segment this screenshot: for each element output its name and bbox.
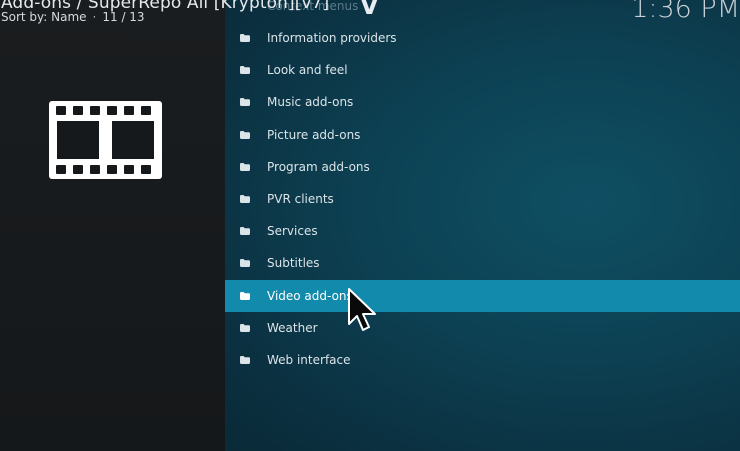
menu-item-label: Program add-ons	[267, 159, 370, 174]
menu-item-label: Music add-ons	[267, 95, 354, 110]
app-logo: V	[360, 0, 379, 20]
menu-item-label: Look and feel	[267, 63, 348, 78]
menu-item-label: Subtitles	[267, 256, 320, 271]
menu-item-subtitles[interactable]: Subtitles	[225, 247, 740, 279]
folder-icon	[240, 323, 250, 332]
folder-icon	[240, 162, 250, 171]
menu-item-label: Web interface	[267, 352, 351, 367]
folder-icon	[240, 130, 250, 139]
menu-item-label: Services	[267, 224, 318, 239]
menu-item-look-and-feel[interactable]: Look and feel	[225, 54, 740, 86]
left-panel	[0, 0, 225, 451]
menu-item-label: Picture add-ons	[267, 127, 361, 142]
folder-icon	[240, 355, 250, 364]
menu-item-label: Video add-ons	[267, 288, 353, 303]
menu-item-picture-add-ons[interactable]: Picture add-ons	[225, 119, 740, 151]
menu-item-label: Weather	[267, 320, 318, 335]
menu-item-weather[interactable]: Weather	[225, 312, 740, 344]
folder-icon	[240, 34, 250, 42]
sort-info: Sort by: Name · 11 / 13	[1, 10, 145, 24]
menu-item-information-providers[interactable]: Information providers	[225, 22, 740, 54]
clock: 1:36 PM	[631, 0, 740, 24]
folder-icon	[240, 98, 250, 107]
folder-icon	[240, 227, 250, 236]
menu-item-pvr-clients[interactable]: PVR clients	[225, 183, 740, 215]
separator-dot: ·	[92, 10, 97, 24]
folder-icon	[240, 291, 250, 300]
menu-item-label: PVR clients	[267, 191, 334, 206]
film-strip-icon	[49, 101, 162, 179]
addon-category-list: Information providers Look and feel Musi…	[225, 22, 740, 376]
menu-item-label: Information providers	[267, 31, 397, 45]
item-position: 11 / 13	[102, 10, 145, 24]
mouse-pointer-icon	[348, 288, 376, 331]
menu-item-video-add-ons[interactable]: Video add-ons	[225, 279, 740, 312]
folder-icon	[240, 259, 250, 268]
menu-item-web-interface[interactable]: Web interface	[225, 344, 740, 376]
folder-icon	[240, 66, 250, 75]
sort-label[interactable]: Sort by: Name	[1, 10, 87, 24]
folder-icon	[240, 194, 250, 203]
menu-item-program-add-ons[interactable]: Program add-ons	[225, 151, 740, 183]
menu-item-services[interactable]: Services	[225, 215, 740, 247]
menu-item-music-add-ons[interactable]: Music add-ons	[225, 86, 740, 118]
